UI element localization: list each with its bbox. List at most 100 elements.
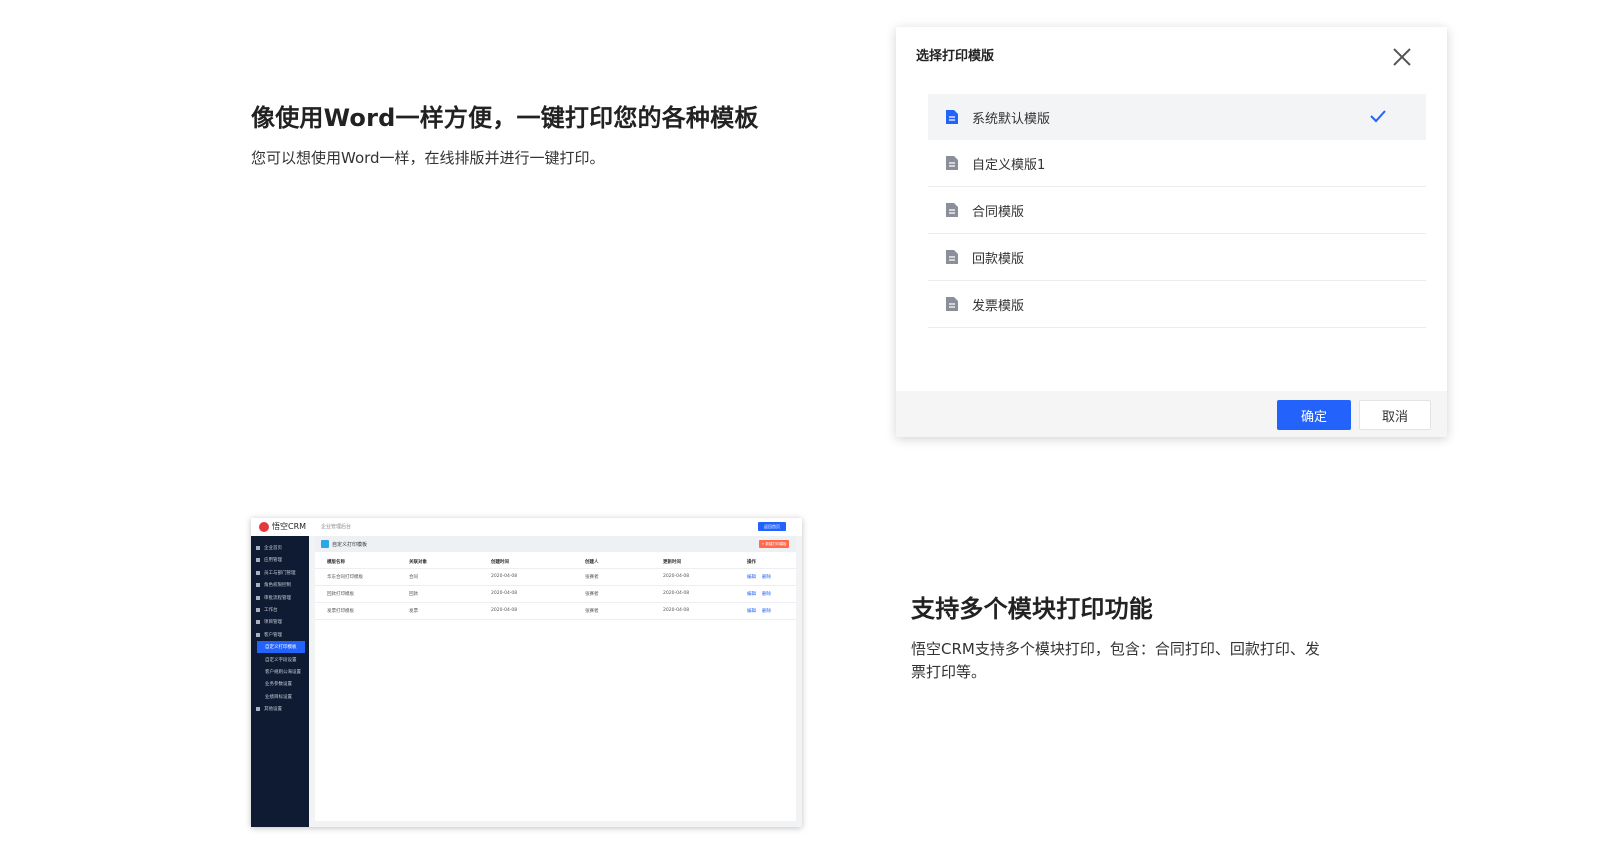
dialog-footer: 确定 取消 bbox=[896, 391, 1447, 437]
crm-sidebar-item[interactable]: 客户管理 bbox=[251, 629, 309, 641]
crm-sidebar-item[interactable]: 业绩目标设置 bbox=[251, 691, 309, 703]
column-header: 操作 bbox=[747, 560, 756, 565]
column-header: 关联对象 bbox=[409, 560, 427, 565]
crm-page-header: 自定义打印模板 + 新建打印模板 bbox=[315, 536, 796, 552]
crm-sidebar-item[interactable]: 员工与部门管理 bbox=[251, 567, 309, 579]
edit-link[interactable]: 编辑 bbox=[747, 608, 756, 614]
document-icon bbox=[946, 156, 958, 170]
edit-link[interactable]: 编辑 bbox=[747, 591, 756, 597]
menu-icon bbox=[256, 620, 260, 625]
crm-home-button[interactable]: 返回首页 bbox=[758, 522, 786, 531]
menu-icon bbox=[256, 632, 260, 637]
crm-sidebar-label: 其他设置 bbox=[264, 707, 282, 713]
section1-title: 像使用Word一样方便，一键打印您的各种模板 bbox=[251, 104, 759, 132]
table-cell: 华东合同打印模板 bbox=[327, 575, 363, 580]
menu-icon bbox=[256, 583, 260, 588]
column-header: 创建人 bbox=[585, 560, 599, 565]
document-icon bbox=[946, 203, 958, 217]
crm-sidebar-item[interactable]: 自定义字段设置 bbox=[251, 654, 309, 666]
crm-sidebar-label: 企业首页 bbox=[264, 546, 282, 551]
crm-sidebar-label: 员工与部门管理 bbox=[264, 570, 296, 576]
crm-sidebar-item[interactable]: 项目管理 bbox=[251, 616, 309, 628]
menu-icon bbox=[256, 608, 260, 612]
crm-screenshot: 悟空CRM 企业管理后台 返回首页 企业首页应用管理员工与部门管理 角色权限控制审… bbox=[251, 518, 802, 827]
template-label: 回款模版 bbox=[972, 251, 1025, 267]
crm-page-title: 自定义打印模板 bbox=[332, 542, 368, 548]
template-item-default[interactable]: 系统默认模版 bbox=[928, 94, 1426, 140]
document-icon bbox=[946, 297, 958, 311]
column-header: 更新时间 bbox=[663, 560, 681, 565]
delete-link[interactable]: 删除 bbox=[762, 608, 771, 614]
table-cell: 回款打印模板 bbox=[327, 592, 354, 597]
template-item-invoice[interactable]: 发票模版 bbox=[928, 281, 1426, 328]
menu-icon bbox=[256, 570, 260, 575]
menu-icon bbox=[256, 595, 260, 600]
crm-sidebar-item[interactable]: 角色权限控制 bbox=[251, 579, 309, 591]
section2-desc-line2: 票打印等。 bbox=[911, 663, 987, 681]
template-label: 系统默认模版 bbox=[972, 111, 1051, 127]
table-cell: 2020-04-08 bbox=[491, 608, 518, 613]
crm-sidebar-item[interactable]: 自定义打印模板 bbox=[257, 641, 305, 654]
edit-link[interactable]: 编辑 bbox=[747, 574, 756, 580]
crm-sidebar: 企业首页应用管理员工与部门管理 角色权限控制审批流程管理工作台项目管理客户管理自定… bbox=[251, 536, 309, 827]
crm-sidebar-item[interactable]: 企业首页 bbox=[251, 542, 309, 554]
crm-sidebar-label: 业绩目标设置 bbox=[265, 694, 292, 700]
crm-logo-text: 悟空CRM bbox=[272, 522, 307, 531]
table-cell: 张赛者 bbox=[585, 575, 599, 580]
crm-sidebar-label: 自定义打印模板 bbox=[265, 645, 297, 651]
section1-desc: 您可以想使用Word一样，在线排版并进行一键打印。 bbox=[251, 149, 605, 167]
table-row: 发票打印模板 发票 2020-04-08 张赛者 2020-04-08 编辑 删除 bbox=[315, 603, 796, 620]
crm-sidebar-item[interactable]: 客户规则公海设置 bbox=[251, 666, 309, 678]
table-cell: 2020-04-08 bbox=[663, 574, 690, 579]
menu-icon bbox=[256, 707, 260, 712]
crm-sidebar-item[interactable]: 工作台 bbox=[251, 604, 309, 616]
template-table: 模版名称 关联对象 创建时间 创建人 更新时间 操作 华东合同打印模板 合同 2020-04-0… bbox=[315, 554, 796, 620]
template-label: 发票模版 bbox=[972, 298, 1025, 314]
delete-link[interactable]: 删除 bbox=[762, 574, 771, 580]
table-cell: 张赛者 bbox=[585, 609, 599, 614]
crm-sidebar-label: 工作台 bbox=[264, 608, 278, 613]
page-icon bbox=[321, 540, 329, 548]
crm-sidebar-item[interactable]: 应用管理 bbox=[251, 554, 309, 566]
section2-title: 支持多个模块打印功能 bbox=[911, 595, 1153, 623]
template-label: 自定义模版1 bbox=[972, 157, 1046, 173]
dialog-title: 选择打印模版 bbox=[916, 49, 995, 64]
menu-icon bbox=[256, 546, 260, 550]
print-template-dialog: 选择打印模版 系统默认模版 自定义模版1 合同模版 回款模版 发票模版 确定 取… bbox=[896, 27, 1447, 437]
crm-sidebar-label: 客户规则公海设置 bbox=[265, 670, 301, 675]
delete-link[interactable]: 删除 bbox=[762, 591, 771, 597]
crm-sidebar-label: 项目管理 bbox=[264, 620, 282, 626]
crm-sidebar-label: 业务参数设置 bbox=[265, 682, 292, 688]
table-cell: 2020-04-08 bbox=[491, 574, 518, 579]
crm-sidebar-label: 角色权限控制 bbox=[264, 583, 291, 589]
crm-sidebar-item[interactable]: 业务参数设置 bbox=[251, 678, 309, 690]
check-icon bbox=[1370, 110, 1386, 123]
crm-sidebar-item[interactable]: 其他设置 bbox=[251, 703, 309, 715]
table-cell: 回款 bbox=[409, 592, 418, 597]
logo-icon bbox=[259, 522, 269, 532]
table-row: 华东合同打印模板 合同 2020-04-08 张赛者 2020-04-08 编辑 删除 bbox=[315, 569, 796, 586]
crm-main: 自定义打印模板 + 新建打印模板 模版名称 关联对象 创建时间 创建人 更新时间 操作 华东… bbox=[309, 536, 802, 827]
table-cell: 发票 bbox=[409, 609, 418, 614]
document-icon bbox=[946, 110, 958, 124]
crm-sidebar-label: 客户管理 bbox=[264, 632, 282, 638]
template-item-contract[interactable]: 合同模版 bbox=[928, 187, 1426, 234]
crm-subtitle: 企业管理后台 bbox=[321, 524, 352, 530]
crm-sidebar-item[interactable]: 审批流程管理 bbox=[251, 592, 309, 604]
close-icon[interactable] bbox=[1390, 45, 1414, 69]
table-cell: 发票打印模板 bbox=[327, 609, 354, 614]
table-cell: 合同 bbox=[409, 575, 418, 580]
table-cell: 2020-04-08 bbox=[663, 591, 690, 596]
confirm-button[interactable]: 确定 bbox=[1277, 400, 1351, 430]
crm-sidebar-label: 自定义字段设置 bbox=[265, 657, 297, 663]
table-row: 回款打印模板 回款 2020-04-08 张赛者 2020-04-08 编辑 删除 bbox=[315, 586, 796, 603]
crm-sidebar-label: 应用管理 bbox=[264, 558, 282, 564]
cancel-button[interactable]: 取消 bbox=[1359, 400, 1431, 430]
template-label: 合同模版 bbox=[972, 204, 1025, 220]
template-item-custom1[interactable]: 自定义模版1 bbox=[928, 140, 1426, 187]
table-cell: 2020-04-08 bbox=[663, 608, 690, 613]
template-item-payment[interactable]: 回款模版 bbox=[928, 234, 1426, 281]
new-template-button[interactable]: + 新建打印模板 bbox=[759, 540, 789, 548]
crm-topbar: 悟空CRM 企业管理后台 返回首页 bbox=[251, 518, 802, 537]
table-cell: 2020-04-08 bbox=[491, 591, 518, 596]
